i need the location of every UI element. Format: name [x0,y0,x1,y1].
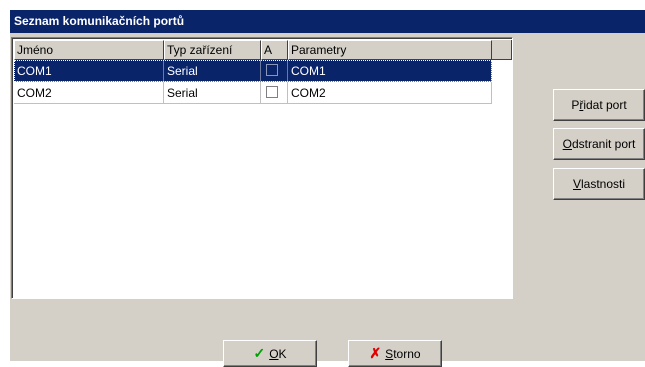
header-filler [492,40,512,60]
port-list-dialog: Seznam komunikačních portů Jméno Typ zař… [10,10,645,367]
add-port-button[interactable]: Přidat port [553,89,645,121]
dialog-title: Seznam komunikačních portů [10,10,645,33]
column-header-type[interactable]: Typ zařízení [164,40,261,60]
remove-port-label-hotkey: O [562,137,572,151]
cancel-button[interactable]: ✗ Storno [348,340,442,367]
column-header-active[interactable]: A [261,40,288,60]
cell-active [261,82,288,104]
properties-label-b: lastnosti [580,177,626,191]
table-row[interactable]: COM1 Serial COM1 [14,60,492,82]
active-checkbox[interactable] [266,64,278,76]
cell-active [261,60,288,82]
remove-port-label-b: dstranit port [571,137,636,151]
properties-label-hotkey: V [572,177,581,191]
cancel-label-hotkey: S [385,347,394,361]
add-port-label-b: idat port [583,98,627,112]
cell-name: COM1 [14,60,164,82]
remove-port-button[interactable]: Odstranit port [553,128,645,160]
list-rows: COM1 Serial COM1 COM2 Serial COM2 [14,60,492,104]
cell-name: COM2 [14,82,164,104]
active-checkbox[interactable] [266,86,278,98]
properties-button[interactable]: Vlastnosti [553,168,645,200]
x-icon: ✗ [369,345,382,361]
ok-button[interactable]: ✓ OK [223,340,317,367]
ok-label-hotkey: O [269,347,279,361]
table-row[interactable]: COM2 Serial COM2 [14,82,492,104]
cell-parameters: COM1 [288,60,492,82]
list-header: Jméno Typ zařízení A Parametry [14,40,492,60]
column-header-name[interactable]: Jméno [14,40,164,60]
ok-label-b: K [278,347,287,361]
checkmark-icon: ✓ [253,345,266,361]
port-list[interactable]: Jméno Typ zařízení A Parametry COM1 Seri… [11,37,513,299]
column-header-parameters[interactable]: Parametry [288,40,492,60]
cell-type: Serial [164,60,261,82]
cancel-label-b: torno [393,347,421,361]
cell-parameters: COM2 [288,82,492,104]
cell-type: Serial [164,82,261,104]
